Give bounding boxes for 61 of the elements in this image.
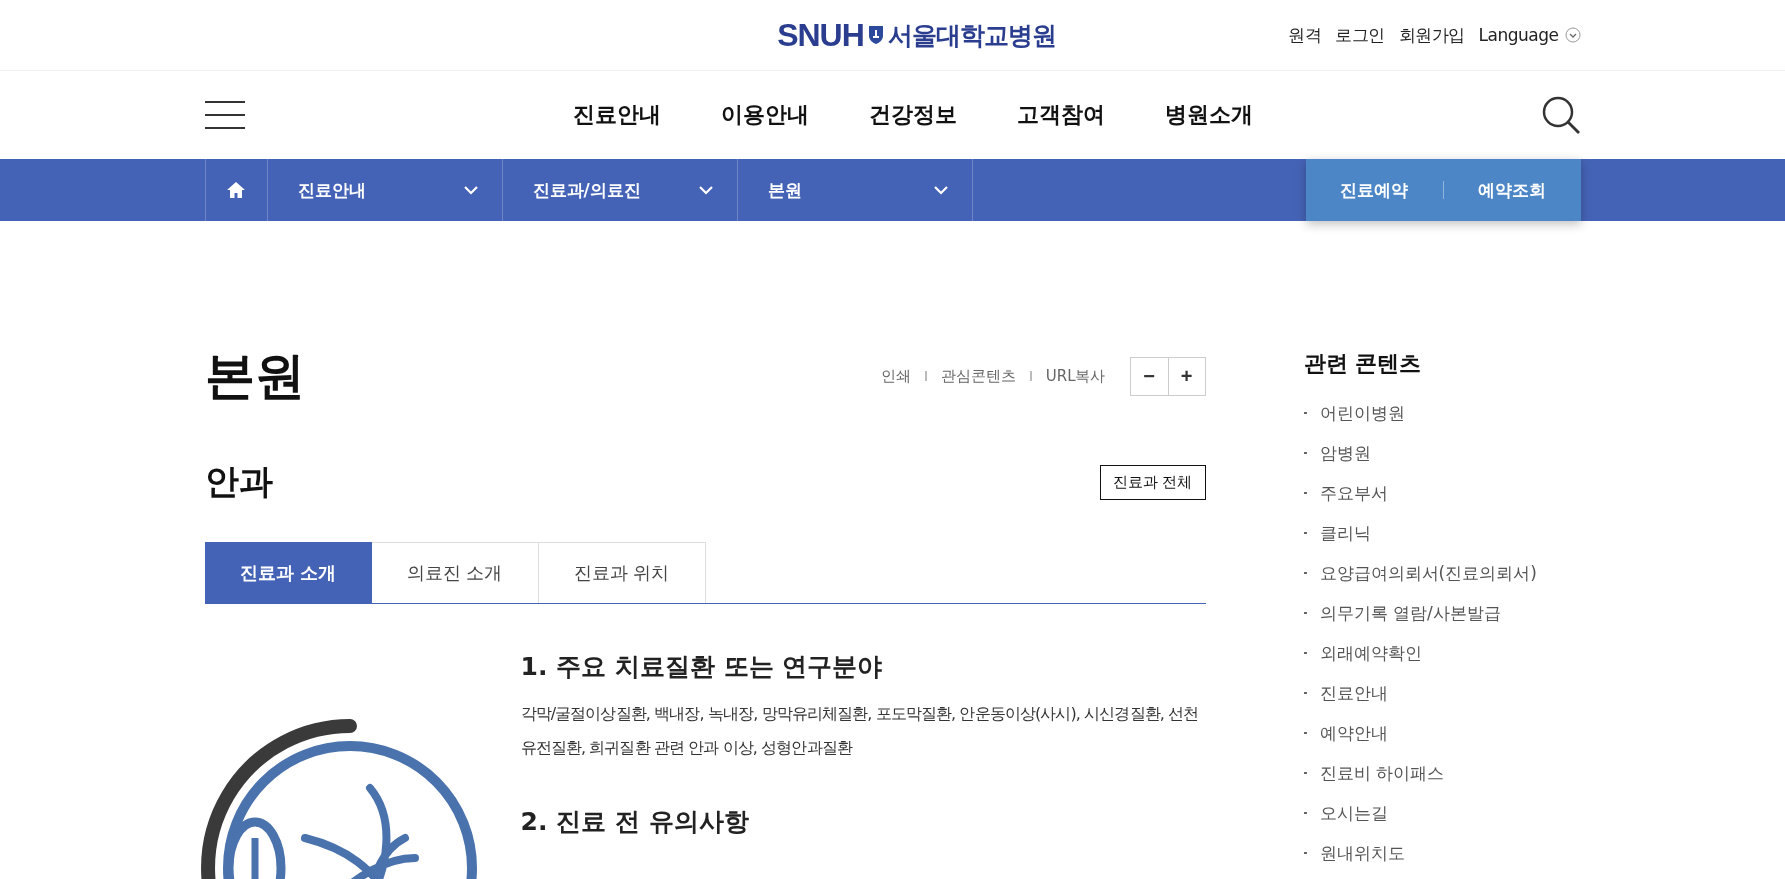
tab[interactable]: 의료진 소개 [371,542,539,603]
menu-icon[interactable] [204,100,245,130]
all-departments-button[interactable]: 진료과 전체 [1099,464,1206,500]
utility-link[interactable]: 회원가입 [1398,23,1465,47]
utility-link[interactable]: 로그인 [1335,23,1385,47]
related-link[interactable]: 진료비 하이패스 [1319,761,1444,785]
reservation-link[interactable]: 진료예약 [1340,178,1408,202]
related-link[interactable]: 어린이병원 [1319,401,1405,425]
bullet-mark [1303,572,1307,574]
bullet-mark [1303,652,1307,654]
page-tool-link[interactable]: 인쇄 [880,366,911,386]
related-link[interactable]: 요양급여의뢰서(진료의뢰서) [1319,561,1537,585]
bullet-mark [1303,852,1307,854]
related-title: 관련 콘텐츠 [1303,350,1423,378]
home-icon [226,181,246,199]
tab[interactable]: 진료과 위치 [538,542,706,603]
related-link[interactable]: 외래예약확인 [1319,641,1422,665]
utility-link[interactable]: 원격 [1288,23,1322,47]
related-link[interactable]: 클리닉 [1319,521,1371,545]
nav-link[interactable]: 병원소개 [1164,100,1253,130]
related-link[interactable]: 오시는길 [1319,801,1388,825]
logo-mark[interactable]: SNUH [777,16,864,54]
search-icon[interactable] [1540,95,1581,135]
logo-name[interactable]: 서울대학교병원 [887,18,1056,52]
chevron-icon[interactable] [1564,27,1581,43]
breadcrumb-dropdown[interactable]: 본원 [737,159,973,221]
nav-link[interactable]: 진료안내 [572,100,661,130]
nav-link[interactable]: 고객참여 [1016,100,1105,130]
breadcrumb-dropdown[interactable]: 진료과/의료진 [502,159,738,221]
department-title: 안과 [204,460,273,503]
breadcrumb-dropdown[interactable]: 진료안내 [267,159,503,221]
chevron-down-icon [698,185,713,195]
related-link[interactable]: 의무기록 열람/사본발급 [1319,601,1501,625]
bullet-mark [1303,612,1307,614]
nav-link[interactable]: 이용안내 [720,100,809,130]
bullet-mark [1303,452,1307,454]
bullet-mark [1303,532,1307,534]
section-heading: 1. 주요 치료질환 또는 연구분야 [520,651,884,683]
reservation-link[interactable]: 예약조회 [1478,178,1546,202]
bullet-mark [1303,412,1307,414]
shield-icon [867,25,884,45]
page-title: 본원 [204,345,305,407]
chevron-down-icon [463,185,478,195]
bullet-mark [1303,812,1307,814]
chevron-down-icon [933,185,948,195]
related-link[interactable]: 주요부서 [1319,481,1388,505]
related-link[interactable]: 예약안내 [1319,721,1388,745]
related-link[interactable]: 진료안내 [1319,681,1388,705]
language-link[interactable]: Language [1478,25,1559,45]
nav-link[interactable]: 건강정보 [868,100,957,130]
related-link[interactable]: 원내위치도 [1319,841,1405,865]
tab[interactable]: 진료과 소개 [204,542,372,603]
bullet-mark [1303,732,1307,734]
page-tool-link[interactable]: URL복사 [1045,366,1106,386]
related-link[interactable]: 암병원 [1319,441,1371,465]
bullet-mark [1303,692,1307,694]
bullet-mark [1303,492,1307,494]
page-tool-link[interactable]: 관심콘텐츠 [940,366,1016,386]
bullet-mark [1303,772,1307,774]
section-text: 각막/굴절이상질환, 백내장, 녹내장, 망막유리체질환, 포도막질환, 안운동이상(사시), 시신경질환, 선천유전질환, 희귀질환 관련 안과 이상, 성형안과질환 [520,703,1200,759]
section-heading: 2. 진료 전 유의사항 [520,806,750,838]
